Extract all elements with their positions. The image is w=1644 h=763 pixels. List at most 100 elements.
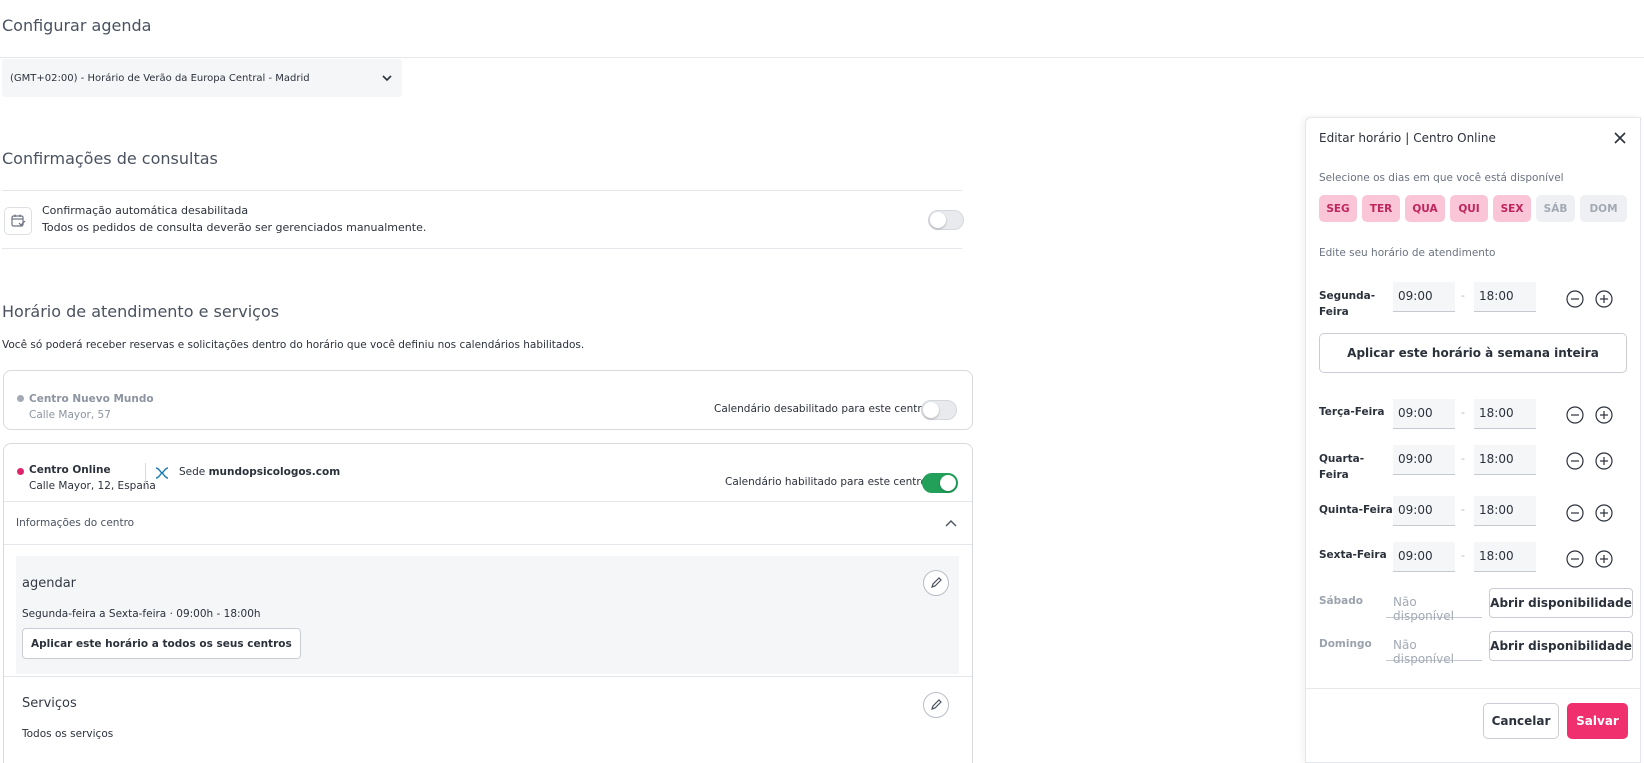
divider [145, 463, 146, 489]
schedule-title: agendar [22, 576, 77, 591]
schedule-range: Segunda-feira a Sexta-feira · 09:00h - 1… [22, 608, 261, 620]
panel-title-text: Editar horário [1319, 131, 1402, 145]
add-range-icon[interactable] [1595, 504, 1613, 522]
edit-hours-label: Edite seu horário de atendimento [1319, 247, 1496, 259]
center-name: Centro Online [29, 464, 111, 476]
pencil-icon [931, 699, 942, 710]
schedule-days: Segunda-feira a Sexta-feira · [22, 608, 173, 620]
range-dash: - [1461, 289, 1465, 302]
add-range-icon[interactable] [1595, 550, 1613, 568]
day-pill-sex[interactable]: SEX [1493, 195, 1531, 222]
center-address: Calle Mayor, 57 [29, 409, 111, 421]
range-dash: - [1461, 406, 1465, 419]
open-availability-button[interactable]: Abrir disponibilidade [1489, 588, 1633, 618]
calendar-toggle[interactable] [922, 473, 958, 493]
auto-confirm-title: Confirmação automática desabilitada [42, 204, 249, 217]
start-time-input[interactable]: 09:00 [1393, 399, 1455, 429]
center-card: Centro Nuevo Mundo Calle Mayor, 57 Calen… [3, 370, 973, 430]
status-dot [17, 395, 24, 402]
divider [2, 190, 962, 191]
center-info-label: Informações do centro [16, 517, 135, 529]
confirmations-heading: Confirmações de consultas [2, 149, 218, 168]
day-name: Segunda-Feira [1319, 290, 1376, 318]
end-time-input[interactable]: 18:00 [1474, 445, 1536, 475]
unavailable-field: Não disponível [1386, 588, 1482, 623]
calendar-status-label: Calendário habilitado para este centro [725, 476, 927, 488]
pencil-icon [931, 577, 942, 588]
edit-schedule-button[interactable] [923, 570, 949, 596]
save-button[interactable]: Salvar [1567, 703, 1628, 739]
center-name: Centro Nuevo Mundo [29, 393, 154, 405]
start-time-input[interactable]: 09:00 [1393, 282, 1455, 312]
day-name: Domingo [1319, 638, 1372, 650]
timezone-select[interactable]: (GMT+02:00) - Horário de Verão da Europa… [2, 59, 402, 97]
range-dash: - [1461, 452, 1465, 465]
schedule-section: agendar Segunda-feira a Sexta-feira · 09… [16, 556, 959, 674]
remove-range-icon[interactable] [1566, 550, 1584, 568]
day-name: Quinta-Feira [1319, 504, 1393, 516]
day-pill-ter[interactable]: TER [1362, 195, 1400, 222]
sede-domain: mundopsicologos.com [208, 466, 341, 478]
auto-confirm-description: Todos os pedidos de consulta deverão ser… [42, 221, 427, 234]
unavailable-field: Não disponível [1386, 631, 1482, 666]
day-pill-seg[interactable]: SEG [1319, 195, 1357, 222]
schedule-hours: 09:00h - 18:00h [176, 608, 261, 620]
add-range-icon[interactable] [1595, 406, 1613, 424]
days-label: Selecione os dias em que você está dispo… [1319, 172, 1564, 184]
range-dash: - [1461, 503, 1465, 516]
range-dash: - [1461, 549, 1465, 562]
calendar-toggle[interactable] [921, 400, 957, 420]
status-dot [17, 468, 24, 475]
day-pill-qui[interactable]: QUI [1450, 195, 1488, 222]
apply-to-all-centers-button[interactable]: Aplicar este horário a todos os seus cen… [22, 628, 301, 659]
end-time-input[interactable]: 18:00 [1474, 542, 1536, 572]
day-name: Sexta-Feira [1319, 549, 1387, 561]
panel-title: Editar horário | Centro Online [1319, 131, 1496, 145]
remove-range-icon[interactable] [1566, 452, 1584, 470]
divider [4, 676, 972, 677]
center-info-accordion[interactable]: Informações do centro [4, 501, 972, 545]
day-pill-dom[interactable]: DOM [1580, 195, 1627, 222]
start-time-input[interactable]: 09:00 [1393, 496, 1455, 526]
toggle-knob [930, 212, 946, 228]
day-name: Terça-Feira [1319, 406, 1385, 418]
remove-range-icon[interactable] [1566, 290, 1584, 308]
open-availability-button[interactable]: Abrir disponibilidade [1489, 631, 1633, 661]
center-address: Calle Mayor, 12, España [29, 480, 156, 492]
calendar-check-icon [4, 207, 32, 235]
close-icon[interactable] [1611, 129, 1629, 147]
timezone-value: (GMT+02:00) - Horário de Verão da Europa… [10, 72, 310, 84]
chevron-down-icon [382, 75, 392, 82]
calendar-status-label: Calendário desabilitado para este centro [714, 403, 928, 415]
services-description: Todos os serviços [22, 728, 114, 740]
day-pill-sab[interactable]: SÁB [1536, 195, 1575, 222]
end-time-input[interactable]: 18:00 [1474, 496, 1536, 526]
end-time-input[interactable]: 18:00 [1474, 399, 1536, 429]
day-name: Quarta-Feira [1319, 453, 1365, 481]
cancel-button[interactable]: Cancelar [1483, 703, 1559, 739]
remove-range-icon[interactable] [1566, 406, 1584, 424]
panel-title-separator: | [1405, 131, 1410, 145]
services-title: Serviços [22, 696, 77, 711]
sede-prefix: Sede [179, 466, 206, 478]
hours-heading: Horário de atendimento e serviços [2, 302, 280, 321]
auto-confirm-toggle[interactable] [928, 210, 964, 230]
day-pill-qua[interactable]: QUA [1405, 195, 1445, 222]
toggle-knob [923, 402, 939, 418]
divider [2, 248, 962, 249]
toggle-knob [940, 475, 956, 491]
edit-services-button[interactable] [923, 692, 949, 718]
remove-range-icon[interactable] [1566, 504, 1584, 522]
start-time-input[interactable]: 09:00 [1393, 542, 1455, 572]
chevron-up-icon [945, 520, 957, 527]
hours-hint: Você só poderá receber reservas e solici… [2, 339, 585, 351]
edit-schedule-panel: Editar horário | Centro Online Selecione o… [1305, 117, 1641, 763]
day-name: Sábado [1319, 595, 1363, 607]
divider [1306, 688, 1640, 689]
add-range-icon[interactable] [1595, 290, 1613, 308]
apply-week-button[interactable]: Aplicar este horário à semana inteira [1319, 333, 1627, 373]
add-range-icon[interactable] [1595, 452, 1613, 470]
start-time-input[interactable]: 09:00 [1393, 445, 1455, 475]
end-time-input[interactable]: 18:00 [1474, 282, 1536, 312]
mundopsicologos-logo-icon [155, 467, 169, 479]
